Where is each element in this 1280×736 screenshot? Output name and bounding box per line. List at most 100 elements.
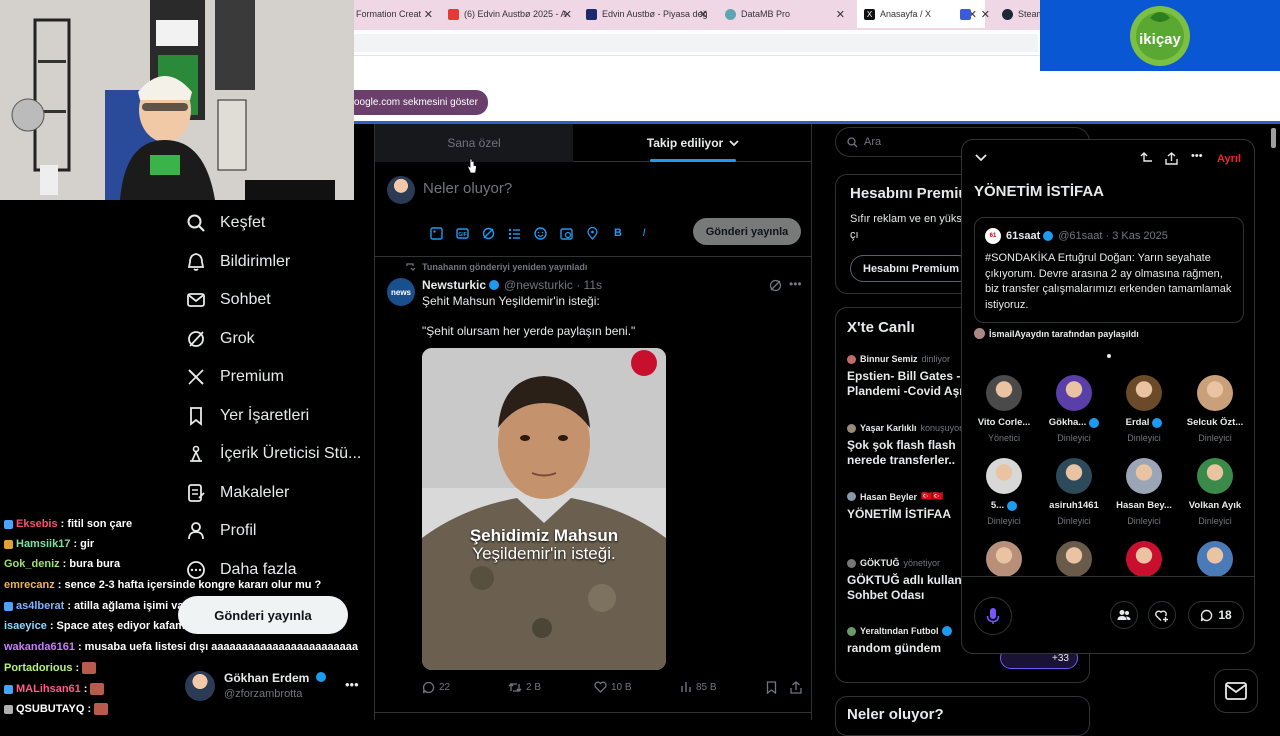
chat-text: : gir [73, 538, 95, 550]
avatar[interactable]: news [387, 278, 415, 306]
tweet[interactable]: Tunahanın gönderiyi yeniden yayınladı ne… [375, 257, 813, 720]
like-button[interactable]: 10 B [594, 681, 632, 693]
avatar [986, 541, 1022, 577]
space-participant[interactable]: Erdal Dinleyici [1107, 375, 1181, 443]
space-participant[interactable] [967, 541, 1041, 577]
image-icon[interactable] [423, 223, 449, 243]
chat-message: Gok_deniz: bura bura [4, 554, 120, 574]
verified-badge-icon [1089, 417, 1100, 428]
more-icon[interactable]: ••• [345, 677, 359, 692]
views-button[interactable]: 85 B [680, 681, 717, 693]
bold-icon[interactable]: B [605, 223, 631, 243]
grok-icon[interactable] [769, 279, 782, 292]
author-name: Newsturkic [422, 278, 487, 292]
host-name: Binnur Semiz [860, 354, 918, 364]
scrollbar[interactable] [1271, 128, 1276, 148]
share-icon[interactable] [1165, 152, 1178, 165]
sidebar-item-premium[interactable]: Premium [185, 358, 284, 396]
space-participant[interactable]: Vito Corle... Yönetici [967, 375, 1041, 443]
sidebar-item-messages[interactable]: Sohbet [185, 281, 271, 319]
streamer-webcam-image [0, 0, 354, 200]
avatar-text: news [390, 287, 411, 297]
mic-button[interactable] [974, 597, 1012, 635]
react-button[interactable] [1148, 601, 1176, 629]
browser-tab[interactable]: (6) Edvin Austbø 2025 - A ✕ [448, 0, 580, 28]
close-tab-icon[interactable]: ✕ [836, 8, 845, 21]
close-tab-icon[interactable]: ✕ [699, 8, 708, 21]
premium-button[interactable]: Hesabını Premium [850, 255, 972, 282]
browser-tab[interactable]: Formation Creat ✕ [354, 0, 441, 28]
location-icon[interactable] [579, 223, 605, 243]
space-participant[interactable]: Hasan Bey... Dinleyici [1107, 458, 1181, 526]
chat-text: : bura bura [62, 558, 121, 570]
ikicay-logo: ikiçay [1130, 6, 1190, 66]
bookmark-button[interactable] [766, 681, 781, 694]
sidebar-item-grok[interactable]: Grok [185, 320, 255, 358]
chat-username: Portadorious [4, 662, 73, 674]
share-button[interactable] [790, 681, 806, 694]
tab-following[interactable]: Takip ediliyor [573, 124, 813, 162]
avatar [387, 176, 415, 204]
space-participant[interactable]: Selcuk Özt... Dinleyici [1178, 375, 1252, 443]
reply-button[interactable]: 22 [422, 681, 450, 694]
sidebar-post-button[interactable]: Gönderi yayınla [178, 596, 348, 634]
browser-tab[interactable]: Edvin Austbø - Piyasa değ ✕ [586, 0, 716, 28]
space-participant[interactable] [1107, 541, 1181, 577]
browser-tab[interactable]: DataMB Pro ✕ [725, 0, 853, 28]
account-switcher[interactable]: Gökhan Erdem @zforzambrotta ••• [185, 665, 365, 709]
more-icon[interactable]: ••• [1191, 150, 1203, 162]
sidebar-item-creator-studio[interactable]: İçerik Üreticisi Stü... [185, 435, 361, 473]
chat-text: : [87, 703, 92, 715]
space-participant[interactable]: asiruh1461 Dinleyici [1037, 458, 1111, 526]
sidebar-item-label: İçerik Üreticisi Stü... [220, 445, 362, 462]
close-tab-icon[interactable]: ✕ [563, 8, 572, 21]
poll-icon[interactable] [501, 223, 527, 243]
composer-post-button[interactable]: Gönderi yayınla [693, 218, 801, 245]
space-header: ••• Ayrıl [962, 140, 1254, 178]
chat-text: : atilla ağlama işimi var [67, 600, 188, 612]
composer-input[interactable]: Neler oluyor? [423, 180, 512, 197]
emoji-icon[interactable] [527, 223, 553, 243]
sidebar-item-notifications[interactable]: Bildirimler [185, 243, 290, 281]
chat-username: Hamsiik17 [16, 538, 71, 550]
more-icon[interactable]: ••• [789, 277, 802, 291]
tab-for-you[interactable]: Sana özel [375, 124, 573, 162]
mail-icon [185, 289, 207, 311]
tweet-author[interactable]: Newsturkic @newsturkic · 11s [422, 278, 602, 292]
sidebar-item-profile[interactable]: Profil [185, 512, 256, 550]
leave-space-button[interactable]: Ayrıl [1217, 153, 1241, 165]
shared-by-text: İsmailAyaydın tarafından paylaşıldı [989, 328, 1139, 339]
chevron-down-icon[interactable] [975, 154, 987, 162]
space-participant[interactable] [1037, 541, 1111, 577]
avatar [986, 375, 1022, 411]
participant-name: Erdal [1107, 417, 1181, 428]
close-tab-icon[interactable]: ✕ [981, 8, 990, 21]
space-participant[interactable]: Volkan Ayık Dinleyici [1178, 458, 1252, 526]
browser-tab[interactable]: ✕ [954, 0, 994, 28]
comments-button[interactable]: 18 [1188, 601, 1244, 629]
space-participant[interactable]: 5... Dinleyici [967, 458, 1041, 526]
gif-icon[interactable]: GIF [449, 223, 475, 243]
sidebar-item-explore[interactable]: Keşfet [185, 204, 265, 242]
media-caption-line: Yeşildemir'in isteği. [472, 544, 616, 563]
sidebar-item-articles[interactable]: Makaleler [185, 474, 289, 512]
host-name: GÖKTUĞ [860, 558, 900, 568]
italic-icon[interactable]: I [631, 223, 657, 243]
sidebar-item-bookmarks[interactable]: Yer İşaretleri [185, 397, 309, 435]
browser-tab[interactable]: Steam [1000, 0, 1040, 28]
minimize-icon[interactable] [1140, 152, 1153, 165]
pinned-tweet[interactable]: 61 61saat @61saat · 3 Kas 2025 #SONDAKİK… [974, 217, 1244, 323]
messages-drawer-button[interactable] [1214, 669, 1258, 713]
chat-username: Eksebis [16, 518, 58, 530]
next-tweet-divider [375, 712, 813, 722]
tweet-media[interactable]: Şehidimiz Mahsun Yeşildemir'in isteği. [422, 348, 666, 670]
space-participant[interactable]: Gökha... Dinleyici [1037, 375, 1111, 443]
participant-role: Dinleyici [1057, 433, 1091, 443]
close-tab-icon[interactable]: ✕ [424, 8, 433, 21]
schedule-icon[interactable] [553, 223, 579, 243]
space-participant[interactable] [1178, 541, 1252, 577]
participants-button[interactable] [1110, 601, 1138, 629]
grok-icon[interactable] [475, 223, 501, 243]
url-field[interactable] [354, 34, 1038, 52]
repost-button[interactable]: 2 B [508, 681, 541, 694]
